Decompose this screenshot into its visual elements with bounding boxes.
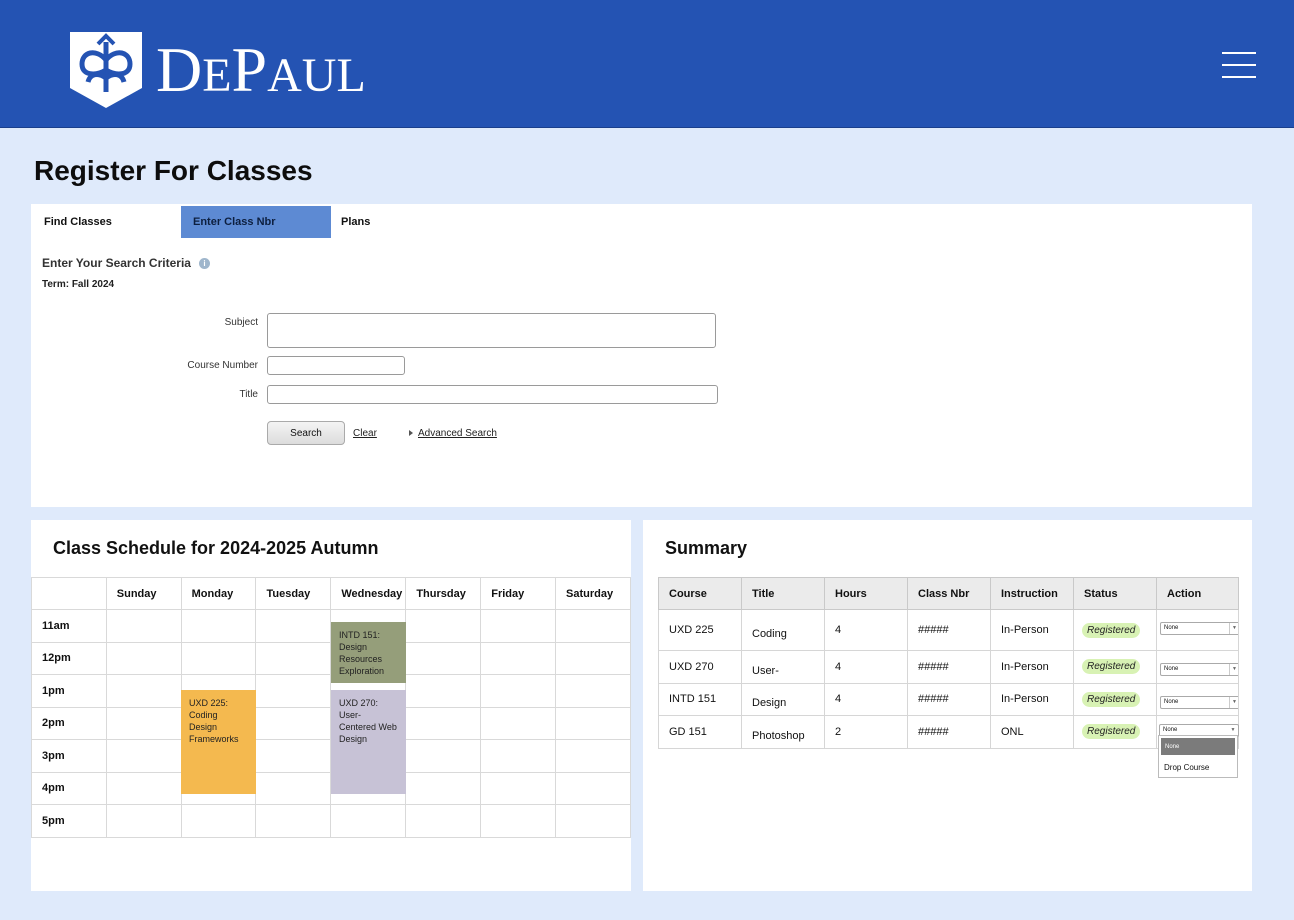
class-nbr-cell: ##### bbox=[907, 609, 991, 651]
course-cell: UXD 270 bbox=[658, 650, 742, 684]
action-value: None bbox=[1163, 727, 1178, 733]
hamburger-menu-icon[interactable] bbox=[1222, 52, 1256, 78]
time-label: 5pm bbox=[31, 804, 107, 838]
day-header: Saturday bbox=[555, 577, 631, 610]
table-row: UXD 270 User-Centered Web Design 4 #####… bbox=[658, 650, 1239, 684]
title-cell: Coding Design Frameworks bbox=[752, 628, 787, 640]
status-badge: Registered bbox=[1082, 691, 1141, 707]
time-label: 1pm bbox=[31, 674, 107, 708]
action-select[interactable]: None ▼ bbox=[1160, 622, 1238, 635]
schedule-panel: Class Schedule for 2024-2025 Autumn Sund… bbox=[31, 520, 631, 891]
chevron-down-icon: ▼ bbox=[1229, 696, 1238, 708]
course-number-field[interactable] bbox=[267, 356, 405, 375]
title-label: Title bbox=[239, 389, 258, 400]
course-cell: UXD 225 bbox=[658, 609, 742, 651]
instruction-cell: In-Person bbox=[990, 682, 1074, 716]
status-badge: Registered bbox=[1082, 622, 1141, 638]
search-panel: Find Classes Enter Class Nbr Plans Enter… bbox=[31, 204, 1252, 507]
column-header: Title bbox=[741, 577, 825, 610]
day-header: Wednesday bbox=[330, 577, 407, 610]
tab-enter-class-nbr[interactable]: Enter Class Nbr bbox=[181, 206, 331, 238]
action-value: None bbox=[1164, 666, 1179, 672]
schedule-header-row: Sunday Monday Tuesday Wednesday Thursday… bbox=[31, 577, 631, 610]
column-header: Status bbox=[1073, 577, 1157, 610]
instruction-cell: ONL bbox=[990, 715, 1074, 749]
hours-cell: 2 bbox=[824, 715, 908, 749]
hours-cell: 4 bbox=[824, 650, 908, 684]
summary-title: Summary bbox=[665, 538, 748, 558]
summary-header-row: Course Title Hours Class Nbr Instruction… bbox=[658, 577, 1239, 610]
summary-panel: Summary Course Title Hours Class Nbr Ins… bbox=[643, 520, 1252, 891]
depaul-shield-logo-icon bbox=[70, 32, 142, 108]
action-value: None bbox=[1164, 625, 1179, 631]
advanced-search-link[interactable]: Advanced Search bbox=[418, 428, 497, 439]
tab-plans[interactable]: Plans bbox=[331, 206, 451, 238]
dropdown-option-none[interactable]: None bbox=[1161, 738, 1235, 755]
course-number-label: Course Number bbox=[187, 360, 258, 371]
class-nbr-cell: ##### bbox=[907, 715, 991, 749]
hours-cell: 4 bbox=[824, 682, 908, 716]
day-header: Monday bbox=[180, 577, 257, 610]
time-label: 2pm bbox=[31, 706, 107, 740]
time-label: 12pm bbox=[31, 641, 107, 675]
status-badge: Registered bbox=[1082, 659, 1141, 675]
title-cell: Design Resources bbox=[752, 697, 787, 710]
title-cell: User-Centered Web Design bbox=[752, 664, 779, 677]
course-cell: INTD 151 bbox=[658, 682, 742, 716]
time-column-header bbox=[31, 577, 107, 610]
status-badge: Registered bbox=[1082, 724, 1141, 740]
day-header: Sunday bbox=[105, 577, 182, 610]
course-cell: GD 151 bbox=[658, 715, 742, 749]
expand-arrow-icon[interactable] bbox=[409, 430, 413, 436]
search-tabs: Find Classes Enter Class Nbr Plans bbox=[31, 206, 451, 238]
day-header: Tuesday bbox=[255, 577, 332, 610]
dropdown-option-drop-course[interactable]: Drop Course bbox=[1159, 757, 1237, 777]
action-value: None bbox=[1164, 698, 1179, 705]
day-header: Friday bbox=[480, 577, 557, 610]
title-field[interactable] bbox=[267, 385, 718, 404]
column-header: Instruction bbox=[990, 577, 1074, 610]
time-label: 3pm bbox=[31, 739, 107, 773]
column-header: Action bbox=[1156, 577, 1239, 610]
chevron-down-icon: ▼ bbox=[1229, 664, 1238, 675]
column-header: Course bbox=[658, 577, 742, 610]
instruction-cell: In-Person bbox=[990, 650, 1074, 684]
time-label: 11am bbox=[31, 609, 107, 643]
title-cell: Photoshop Workshop bbox=[752, 729, 805, 742]
clear-link[interactable]: Clear bbox=[353, 428, 377, 439]
time-label: 4pm bbox=[31, 771, 107, 805]
action-select[interactable]: None ▼ bbox=[1160, 663, 1238, 676]
class-nbr-cell: ##### bbox=[907, 650, 991, 684]
subject-label: Subject bbox=[224, 317, 258, 328]
action-select[interactable]: None ▼ bbox=[1160, 695, 1238, 709]
table-row: INTD 151 Design Resources 4 ##### In-Per… bbox=[658, 682, 1239, 716]
column-header: Class Nbr bbox=[907, 577, 991, 610]
chevron-down-icon: ▼ bbox=[1229, 623, 1238, 634]
brand-wordmark: DEPAUL bbox=[156, 34, 366, 105]
schedule-event-intd151[interactable]: INTD 151: Design Resources Exploration bbox=[331, 622, 406, 683]
time-row: 5pm bbox=[31, 804, 631, 838]
summary-table: Course Title Hours Class Nbr Instruction… bbox=[658, 577, 1239, 749]
info-icon[interactable]: i bbox=[198, 257, 210, 269]
term-label: Term: Fall 2024 bbox=[42, 279, 115, 290]
instruction-cell: In-Person bbox=[990, 609, 1074, 651]
search-button[interactable]: Search bbox=[267, 421, 345, 445]
action-dropdown-menu: None Drop Course bbox=[1158, 735, 1238, 778]
site-header: DEPAUL bbox=[0, 0, 1294, 128]
schedule-event-uxd225[interactable]: UXD 225: Coding Design Frameworks bbox=[181, 690, 256, 794]
page-title: Register For Classes bbox=[34, 155, 313, 186]
schedule-event-uxd270[interactable]: UXD 270: User-Centered Web Design bbox=[331, 690, 406, 794]
subject-field[interactable] bbox=[267, 313, 716, 348]
tab-find-classes[interactable]: Find Classes bbox=[31, 206, 181, 238]
day-header: Thursday bbox=[405, 577, 482, 610]
table-row: UXD 225 Coding Design Frameworks 4 #####… bbox=[658, 609, 1239, 651]
schedule-title: Class Schedule for 2024-2025 Autumn bbox=[53, 538, 379, 558]
criteria-heading-text: Enter Your Search Criteria bbox=[42, 256, 191, 270]
column-header: Hours bbox=[824, 577, 908, 610]
hours-cell: 4 bbox=[824, 609, 908, 651]
table-row: GD 151 Photoshop Workshop 2 ##### ONL Re… bbox=[658, 715, 1239, 749]
depaul-logo[interactable]: DEPAUL bbox=[68, 30, 366, 110]
class-nbr-cell: ##### bbox=[907, 682, 991, 716]
criteria-heading: Enter Your Search Criteria i bbox=[42, 256, 210, 270]
